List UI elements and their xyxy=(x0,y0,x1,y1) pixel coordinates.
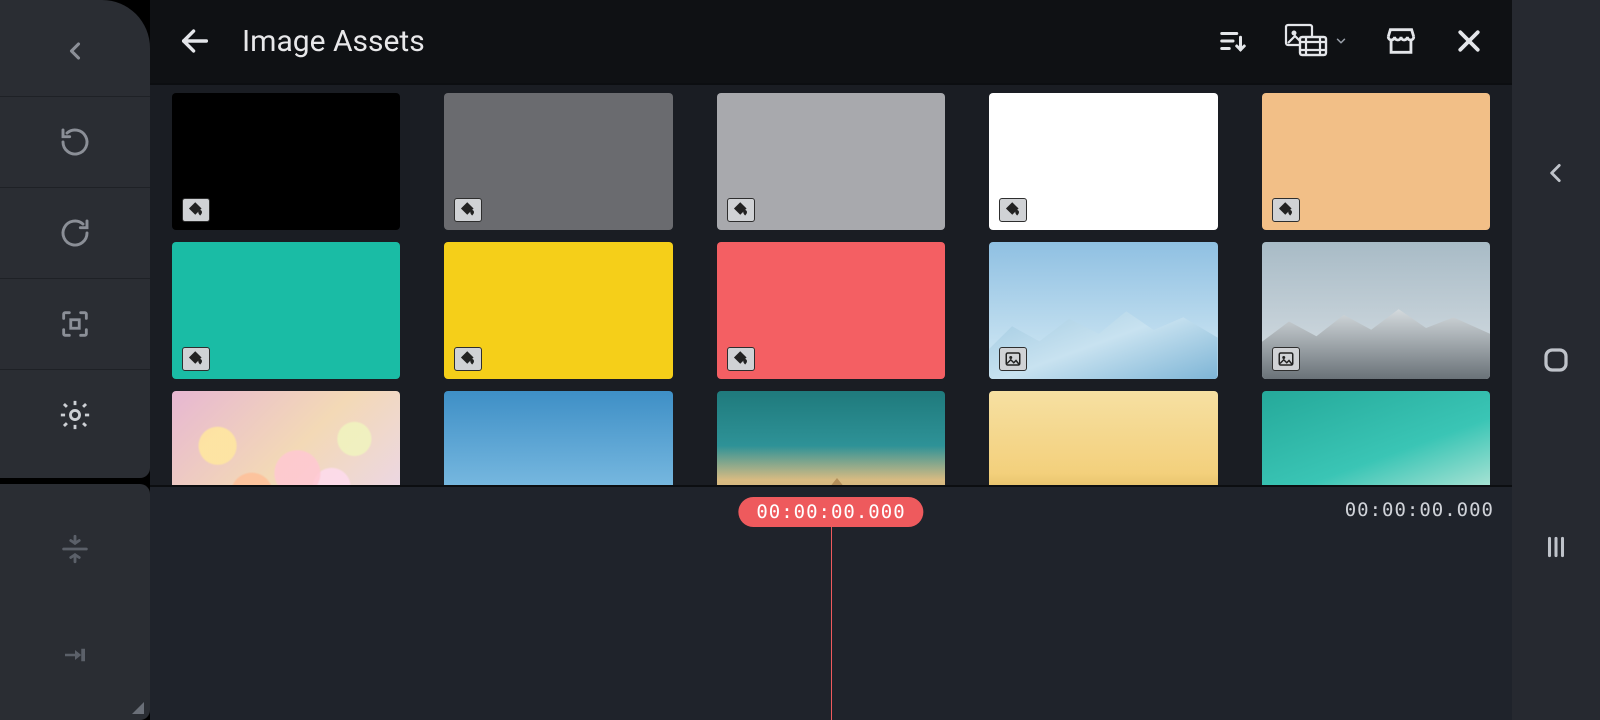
app-root: Image Assets xyxy=(0,0,1600,720)
asset-thumbnail[interactable] xyxy=(1262,242,1490,379)
paint-bucket-icon xyxy=(459,201,477,219)
image-icon xyxy=(1004,350,1022,368)
asset-thumbnail[interactable] xyxy=(989,93,1217,230)
back-button[interactable] xyxy=(0,6,150,96)
fill-badge xyxy=(1272,198,1300,222)
paint-bucket-icon xyxy=(187,350,205,368)
paint-bucket-icon xyxy=(459,350,477,368)
redo-button[interactable] xyxy=(0,188,150,278)
undo-icon xyxy=(59,126,91,158)
three-bars-icon xyxy=(1543,534,1569,560)
store-icon xyxy=(1382,24,1420,58)
sort-button[interactable] xyxy=(1208,18,1258,64)
paint-bucket-icon xyxy=(732,350,750,368)
media-picker-icon xyxy=(1284,23,1330,59)
asset-thumbnail[interactable] xyxy=(172,242,400,379)
rounded-square-icon xyxy=(1541,345,1571,375)
redo-icon xyxy=(59,217,91,249)
asset-grid-area[interactable] xyxy=(150,85,1512,485)
header-bar: Image Assets xyxy=(150,0,1512,85)
left-tools-pill xyxy=(0,484,150,720)
asset-thumbnail[interactable] xyxy=(444,242,672,379)
page-title: Image Assets xyxy=(242,24,425,59)
close-button[interactable] xyxy=(1446,18,1492,64)
asset-thumbnail[interactable] xyxy=(1262,391,1490,485)
gear-icon xyxy=(58,398,92,432)
asset-thumbnail[interactable] xyxy=(444,93,672,230)
asset-thumbnail[interactable] xyxy=(989,242,1217,379)
system-nav-bar xyxy=(1512,0,1600,720)
paint-bucket-icon xyxy=(187,201,205,219)
resize-notch-icon[interactable] xyxy=(132,690,144,714)
left-sidebar xyxy=(0,0,150,720)
image-badge xyxy=(999,347,1027,371)
arrow-left-icon xyxy=(178,24,212,58)
media-picker-button[interactable] xyxy=(1276,15,1356,67)
asset-thumbnail[interactable] xyxy=(717,391,945,485)
paint-bucket-icon xyxy=(732,201,750,219)
asset-thumbnail[interactable] xyxy=(1262,93,1490,230)
asset-grid xyxy=(172,93,1490,485)
main-column: Image Assets xyxy=(150,0,1512,720)
undo-button[interactable] xyxy=(0,97,150,187)
system-home-button[interactable] xyxy=(1532,336,1580,384)
asset-thumbnail[interactable] xyxy=(444,391,672,485)
fill-badge xyxy=(727,347,755,371)
asset-thumbnail[interactable] xyxy=(717,242,945,379)
fill-badge xyxy=(454,347,482,371)
sort-icon xyxy=(1216,26,1250,56)
paint-bucket-icon xyxy=(1004,201,1022,219)
playhead-line[interactable] xyxy=(831,523,832,720)
crop-frame-icon xyxy=(58,307,92,341)
store-button[interactable] xyxy=(1374,16,1428,66)
left-nav-pill xyxy=(0,0,150,478)
image-badge xyxy=(1272,347,1300,371)
paint-bucket-icon xyxy=(1277,201,1295,219)
jump-end-icon xyxy=(60,640,90,670)
image-icon xyxy=(1277,350,1295,368)
fill-badge xyxy=(182,347,210,371)
chevron-left-icon xyxy=(1543,160,1569,186)
asset-thumbnail[interactable] xyxy=(172,391,400,485)
align-tracks-button[interactable] xyxy=(0,504,150,594)
compress-vertical-icon xyxy=(58,532,92,566)
capture-button[interactable] xyxy=(0,279,150,369)
fill-badge xyxy=(999,198,1027,222)
system-back-button[interactable] xyxy=(1532,149,1580,197)
jump-to-end-button[interactable] xyxy=(0,610,150,700)
system-recents-button[interactable] xyxy=(1532,523,1580,571)
timeline[interactable]: 00:00:00.000 00:00:00.000 xyxy=(150,485,1512,720)
close-icon xyxy=(1454,26,1484,56)
header-back-button[interactable] xyxy=(170,16,220,66)
chevron-down-icon xyxy=(1334,34,1348,48)
chevron-left-icon xyxy=(61,37,89,65)
asset-thumbnail[interactable] xyxy=(989,391,1217,485)
fill-badge xyxy=(182,198,210,222)
asset-thumbnail[interactable] xyxy=(717,93,945,230)
asset-thumbnail[interactable] xyxy=(172,93,400,230)
fill-badge xyxy=(454,198,482,222)
fill-badge xyxy=(727,198,755,222)
duration-timecode: 00:00:00.000 xyxy=(1345,499,1494,521)
settings-button[interactable] xyxy=(0,370,150,460)
